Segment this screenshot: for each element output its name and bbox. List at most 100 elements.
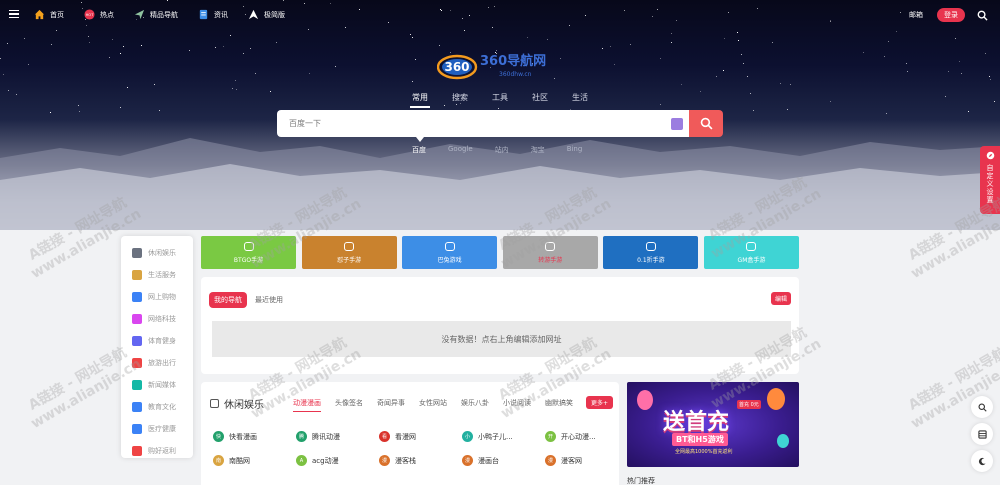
tab-humor[interactable]: 幽默搞笑 — [545, 398, 573, 408]
app-tile[interactable]: 0.1折手游 — [603, 236, 699, 269]
tab-common[interactable]: 常用 — [410, 92, 430, 108]
keyboard-icon[interactable] — [671, 117, 683, 130]
search-float-button[interactable] — [971, 396, 993, 418]
theme-toggle[interactable] — [971, 450, 993, 472]
app-tile[interactable]: BTGO手游 — [201, 236, 296, 269]
tab-women[interactable]: 女性网站 — [419, 398, 447, 408]
category-tech[interactable]: 网络科技 — [121, 308, 193, 330]
logo-graphic: 360 360导航网 360dhw.cn — [436, 53, 546, 80]
app-tile[interactable]: 巴兔游戏 — [402, 236, 498, 269]
star — [787, 109, 788, 110]
promo-banner[interactable]: 首充 0元 送首充 BT和H5游戏 全网最高1000%首充返利 — [627, 382, 799, 467]
app-tiles: BTGO手游 怼子手游 巴兔游戏 转游手游 0.1折手游 GM盒手游 — [201, 236, 805, 269]
layout-button[interactable] — [971, 423, 993, 445]
app-tile[interactable]: GM盒手游 — [703, 236, 799, 269]
tab-anime[interactable]: 动漫漫画 — [293, 398, 321, 412]
nav-news[interactable]: 资讯 — [198, 9, 228, 20]
gamepad-icon — [243, 241, 254, 251]
category-news[interactable]: 新闻媒体 — [121, 374, 193, 396]
app-tile[interactable]: 怼子手游 — [301, 236, 397, 269]
category-education[interactable]: 教育文化 — [121, 396, 193, 418]
category-label: 休闲娱乐 — [148, 249, 176, 257]
category-life[interactable]: 生活服务 — [121, 264, 193, 286]
login-button[interactable]: 登录 — [937, 8, 965, 22]
site-link[interactable]: 漫漫画台 — [462, 454, 545, 467]
nav-hot[interactable]: HOT 热点 — [84, 9, 114, 20]
more-button[interactable]: 更多+ — [585, 396, 613, 409]
category-icon — [132, 336, 142, 346]
tab-life[interactable]: 生活 — [572, 92, 588, 103]
edit-button[interactable]: 编辑 — [770, 292, 791, 305]
custom-settings-tab[interactable]: 自定义设置 — [980, 146, 1000, 214]
engine-taobao[interactable]: 淘宝 — [531, 145, 545, 155]
category-label: 购好返利 — [148, 447, 176, 455]
star — [412, 37, 413, 38]
tab-community[interactable]: 社区 — [532, 92, 548, 103]
site-grid: 快快看漫画 腾腾讯动漫 看看漫网 小小鸭子儿... 开开心动漫... 南南酷网 … — [213, 430, 628, 467]
star — [415, 59, 416, 60]
tab-novels[interactable]: 小说阅读 — [503, 398, 531, 408]
star — [243, 53, 244, 54]
site-link[interactable]: 小小鸭子儿... — [462, 430, 545, 443]
category-icon — [132, 248, 142, 258]
nav-featured[interactable]: 精品导航 — [134, 9, 178, 20]
menu-icon[interactable] — [8, 8, 20, 20]
site-label: 漫客栈 — [395, 456, 416, 465]
engine-site[interactable]: 站内 — [495, 145, 509, 155]
site-link[interactable]: 漫漫客栈 — [379, 454, 462, 467]
site-icon: 开 — [545, 431, 556, 442]
site-icon: 漫 — [379, 455, 390, 466]
category-label: 网上购物 — [148, 293, 176, 301]
site-link[interactable]: 看看漫网 — [379, 430, 462, 443]
nav-home[interactable]: 首页 — [34, 9, 64, 20]
site-link[interactable]: 漫漫客网 — [545, 454, 628, 467]
engine-bing[interactable]: Bing — [567, 145, 583, 155]
engine-google[interactable]: Google — [448, 145, 473, 155]
site-label: 开心动漫... — [561, 432, 596, 441]
search-button[interactable] — [689, 110, 723, 137]
tab-tools[interactable]: 工具 — [492, 92, 508, 103]
site-icon: 看 — [379, 431, 390, 442]
star — [737, 32, 738, 33]
site-link[interactable]: 开开心动漫... — [545, 430, 628, 443]
logo-sub: 360dhw.cn — [499, 71, 532, 78]
mail-link[interactable]: 邮箱 — [909, 10, 923, 20]
site-icon: 小 — [462, 431, 473, 442]
category-rebate[interactable]: 购好返利 — [121, 440, 193, 462]
category-label: 体育健身 — [148, 337, 176, 345]
nav-featured-label: 精品导航 — [150, 10, 178, 19]
site-label: 南酷网 — [229, 456, 250, 465]
tab-avatar[interactable]: 头像签名 — [335, 398, 363, 408]
tab-my-nav[interactable]: 我的导航 — [209, 292, 247, 308]
gamepad-icon — [344, 241, 355, 251]
star — [230, 35, 231, 36]
search-icon[interactable] — [977, 10, 988, 21]
app-tile[interactable]: 转游手游 — [502, 236, 598, 269]
site-label: acg动漫 — [312, 456, 339, 465]
send-icon — [134, 9, 145, 20]
tab-gossip[interactable]: 娱乐八卦 — [461, 398, 489, 408]
site-link[interactable]: 腾腾讯动漫 — [296, 430, 379, 443]
category-label: 教育文化 — [148, 403, 176, 411]
star — [120, 107, 121, 108]
nav-minimal[interactable]: 极简版 — [248, 9, 285, 20]
site-link[interactable]: 快快看漫画 — [213, 430, 296, 443]
search-input[interactable]: 百度一下 — [277, 110, 689, 137]
tab-oddities[interactable]: 奇闻异事 — [377, 398, 405, 408]
star — [772, 42, 773, 43]
category-travel[interactable]: 旅游出行 — [121, 352, 193, 374]
site-link[interactable]: Aacg动漫 — [296, 454, 379, 467]
tab-recent[interactable]: 最近使用 — [255, 295, 283, 305]
engine-baidu[interactable]: 百度 — [412, 145, 426, 155]
star — [906, 63, 907, 64]
tab-search[interactable]: 搜索 — [452, 92, 468, 103]
category-health[interactable]: 医疗健康 — [121, 418, 193, 440]
site-logo[interactable]: 360 360导航网 360dhw.cn — [436, 48, 567, 84]
category-sports[interactable]: 体育健身 — [121, 330, 193, 352]
gamepad-icon — [444, 241, 455, 251]
star — [660, 58, 661, 59]
site-link[interactable]: 南南酷网 — [213, 454, 296, 467]
category-shopping[interactable]: 网上购物 — [121, 286, 193, 308]
star — [460, 103, 461, 104]
category-leisure[interactable]: 休闲娱乐 — [121, 242, 193, 264]
